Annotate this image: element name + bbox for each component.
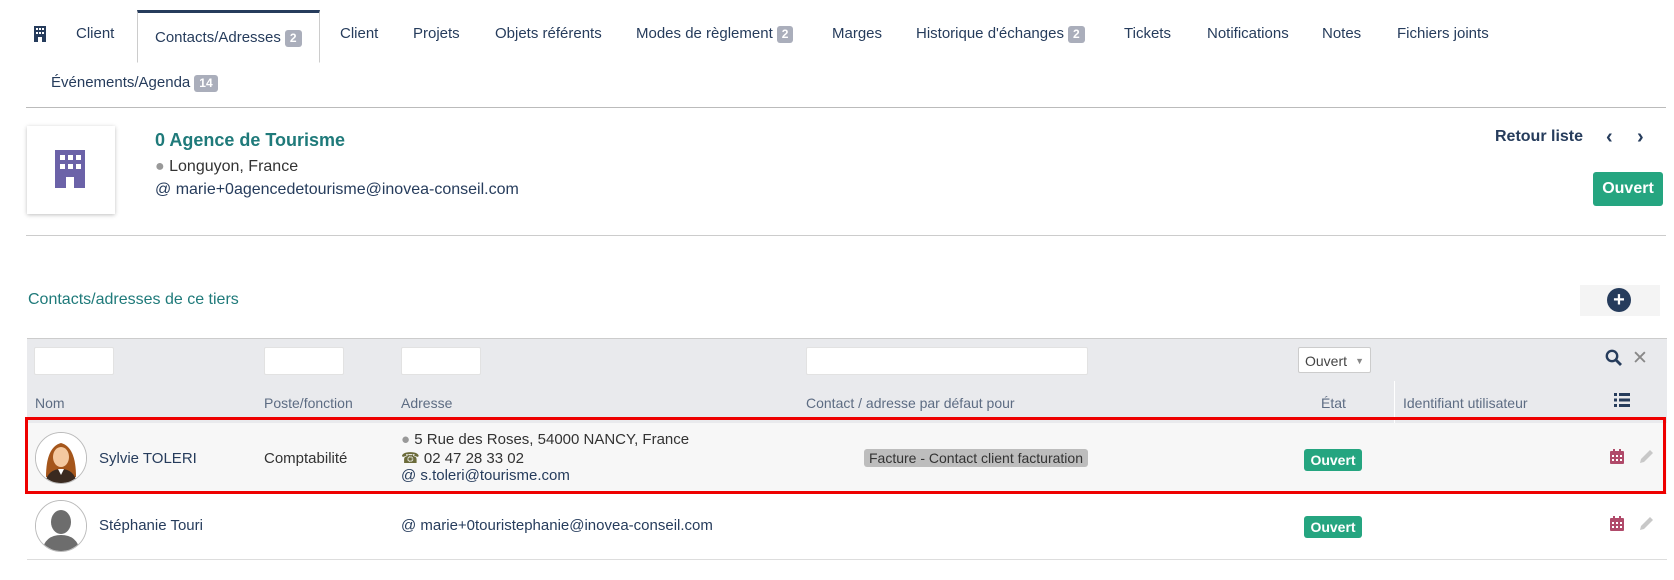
tab-evenements-agenda[interactable]: Événements/Agenda 14 (51, 65, 218, 101)
building-icon (55, 150, 85, 188)
close-icon[interactable]: ✕ (1632, 347, 1648, 370)
tiers-name[interactable]: 0 Agence de Tourisme (155, 130, 345, 151)
count-badge: 14 (194, 74, 218, 92)
table-row: Sylvie TOLERI Comptabilité ● 5 Rue des R… (27, 423, 1667, 494)
tab-label: Marges (832, 25, 883, 42)
filter-address-input[interactable] (401, 347, 481, 375)
pencil-icon[interactable] (1639, 516, 1654, 535)
tab-label: Projets (413, 25, 460, 42)
tab-fichiers-joints[interactable]: Fichiers joints (1397, 16, 1489, 52)
tiers-email: @ marie+0agencedetourisme@inovea-conseil… (155, 181, 519, 199)
contact-email: @ marie+0touristephanie@inovea-conseil.c… (401, 517, 713, 534)
back-to-list-link[interactable]: Retour liste (1495, 128, 1583, 146)
filter-name-input[interactable] (34, 347, 114, 375)
count-badge: 2 (776, 25, 794, 43)
email-link[interactable]: marie+0agencedetourisme@inovea-conseil.c… (176, 181, 519, 198)
tab-notes[interactable]: Notes (1322, 16, 1361, 52)
table-row: Stéphanie Touri @ marie+0touristephanie@… (27, 494, 1667, 560)
column-header-address[interactable]: Adresse (401, 395, 452, 411)
phone-icon: ☎ (401, 450, 420, 467)
location-text: Longuyon, France (169, 158, 299, 175)
column-header-name[interactable]: Nom (35, 395, 65, 411)
email-link[interactable]: marie+0touristephanie@inovea-conseil.com (420, 517, 712, 534)
at-icon: @ (401, 467, 417, 484)
status-badge: Ouvert (1304, 449, 1362, 471)
select-value: Ouvert (1305, 353, 1348, 369)
status-badge: Ouvert (1304, 516, 1362, 538)
pencil-icon[interactable] (1639, 449, 1654, 468)
contact-name-link[interactable]: Sylvie TOLERI (99, 450, 197, 467)
filter-default-input[interactable] (806, 347, 1088, 375)
caret-down-icon: ▼ (1355, 356, 1364, 366)
avatar (35, 432, 87, 484)
tab-modes-reglement[interactable]: Modes de règlement 2 (636, 16, 794, 52)
search-icon[interactable] (1605, 349, 1622, 371)
tab-label: Tickets (1124, 25, 1171, 42)
contact-phone: ☎ 02 47 28 33 02 (401, 449, 524, 467)
tab-objets-referents[interactable]: Objets référents (495, 16, 602, 52)
phone-text: 02 47 28 33 02 (423, 450, 524, 467)
tiers-logo (27, 126, 115, 214)
at-icon: @ (155, 181, 172, 198)
tab-bar: Client Contacts/Adresses 2 Client Projets… (26, 0, 1666, 108)
chevron-right-icon[interactable]: › (1637, 126, 1644, 149)
plus-icon: + (1613, 289, 1625, 311)
tab-label: Modes de règlement (636, 25, 773, 42)
add-contact-button[interactable]: + (1607, 288, 1631, 312)
contact-name-link[interactable]: Stéphanie Touri (99, 517, 203, 534)
contact-role: Comptabilité (264, 450, 348, 467)
count-badge: 2 (284, 29, 302, 47)
tab-tickets[interactable]: Tickets (1124, 16, 1171, 52)
tab-label: Notes (1322, 25, 1362, 42)
filter-role-input[interactable] (264, 347, 344, 375)
list-columns-icon[interactable] (1614, 393, 1630, 411)
tab-historique-echanges[interactable]: Historique d'échanges 2 (916, 16, 1085, 52)
tab-notifications[interactable]: Notifications (1207, 16, 1289, 52)
avatar (35, 500, 87, 552)
tab-label: Historique d'échanges (916, 25, 1064, 42)
table-header: Ouvert ▼ ✕ Nom Poste/fonction Adresse Con… (27, 338, 1667, 423)
email-link[interactable]: s.toleri@tourisme.com (420, 467, 569, 484)
tab-label: Objets référents (495, 25, 602, 42)
tab-projets[interactable]: Projets (413, 16, 460, 52)
filter-status-select[interactable]: Ouvert ▼ (1298, 347, 1371, 373)
tab-label: Fichiers joints (1397, 25, 1489, 42)
at-icon: @ (401, 517, 417, 534)
tab-contacts-adresses[interactable]: Contacts/Adresses 2 (137, 10, 320, 63)
divider (1394, 381, 1395, 423)
tab-label: Événements/Agenda (51, 74, 191, 91)
tab-label: Client (76, 25, 115, 42)
status-badge: Ouvert (1593, 172, 1663, 206)
tab-client[interactable]: Client (76, 16, 114, 52)
address-text: 5 Rue des Roses, 54000 NANCY, France (414, 431, 690, 448)
map-marker-icon: ● (155, 158, 165, 175)
chevron-left-icon[interactable]: ‹ (1606, 126, 1613, 149)
tab-label: Client (340, 25, 379, 42)
building-icon[interactable] (34, 26, 46, 42)
tab-marges[interactable]: Marges (832, 16, 882, 52)
contact-address: ● 5 Rue des Roses, 54000 NANCY, France (401, 431, 689, 448)
calendar-icon[interactable] (1610, 449, 1624, 468)
map-marker-icon: ● (401, 431, 411, 448)
column-header-role[interactable]: Poste/fonction (264, 395, 353, 411)
contact-email: @ s.toleri@tourisme.com (401, 467, 570, 484)
tiers-location: ● Longuyon, France (155, 158, 298, 176)
count-badge: 2 (1067, 25, 1085, 43)
tab-label: Contacts/Adresses (155, 29, 281, 46)
default-contact-badge: Facture - Contact client facturation (864, 449, 1088, 467)
calendar-icon[interactable] (1610, 516, 1624, 535)
column-header-default-for[interactable]: Contact / adresse par défaut pour (806, 395, 1015, 411)
section-title: Contacts/adresses de ce tiers (28, 291, 239, 308)
tab-client-2[interactable]: Client (340, 16, 378, 52)
column-header-user-id[interactable]: Identifiant utilisateur (1403, 395, 1528, 411)
column-header-state[interactable]: État (1321, 395, 1346, 411)
divider (26, 235, 1666, 236)
tab-label: Notifications (1207, 25, 1289, 42)
